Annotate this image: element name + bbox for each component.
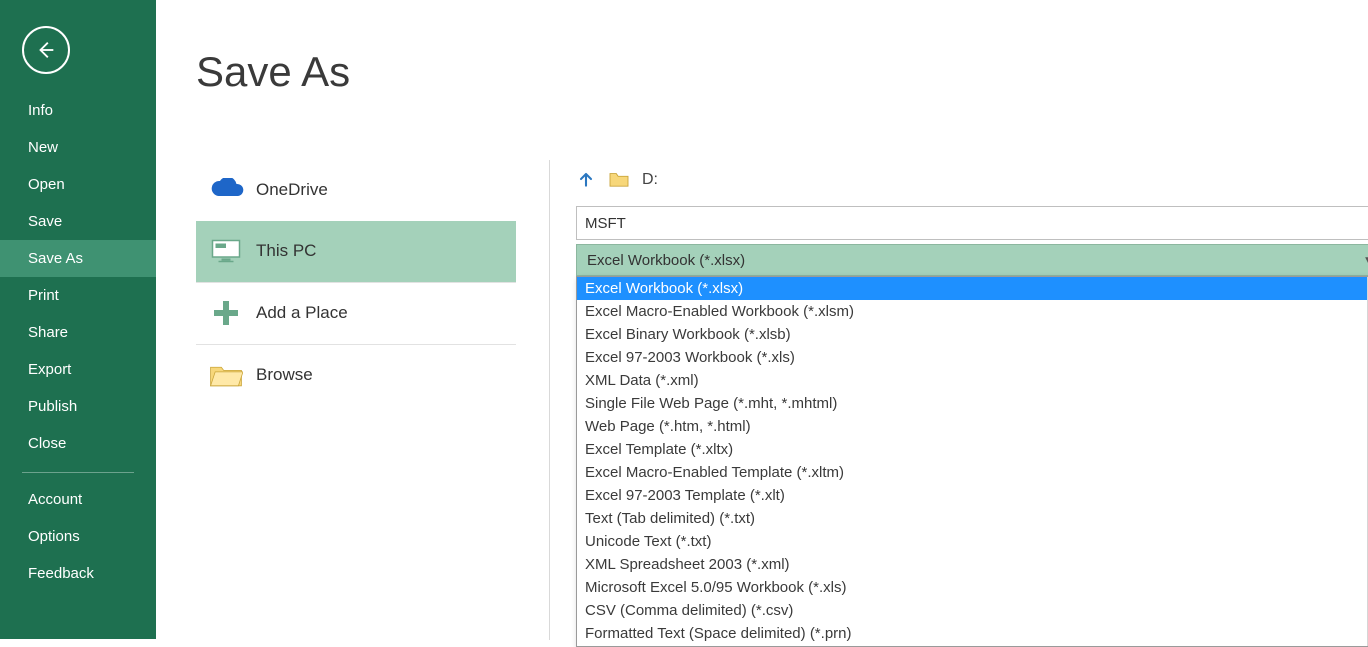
addplace-icon [196,298,256,328]
nav-close[interactable]: Close [0,425,156,462]
file-format-select[interactable]: Excel Workbook (*.xlsx) ▼ [576,244,1368,276]
page-title: Save As [196,48,1368,96]
nav-open[interactable]: Open [0,166,156,203]
nav-feedback[interactable]: Feedback [0,555,156,592]
thispc-icon [196,237,256,265]
location-label: This PC [256,241,316,261]
format-option[interactable]: Excel 97-2003 Template (*.xlt) [577,484,1367,507]
format-option[interactable]: Excel Template (*.xltx) [577,438,1367,461]
nav-options[interactable]: Options [0,518,156,555]
format-option[interactable]: Excel Workbook (*.xlsx) [577,277,1367,300]
format-option[interactable]: Unicode Text (*.txt) [577,530,1367,553]
location-label: Add a Place [256,303,348,323]
format-option[interactable]: Excel 97-2003 Workbook (*.xls) [577,346,1367,369]
location-onedrive[interactable]: OneDrive [196,160,516,221]
nav-save[interactable]: Save [0,203,156,240]
format-option[interactable]: CSV (Comma delimited) (*.csv) [577,599,1367,622]
current-path[interactable]: D: [642,171,658,189]
format-option[interactable]: XML Spreadsheet 2003 (*.xml) [577,553,1367,576]
format-option[interactable]: Formatted Text (Space delimited) (*.prn) [577,622,1367,645]
nav-save-as[interactable]: Save As [0,240,156,277]
content-area: Save As ied 21:10 17:39 20:47 17:39 17:3… [156,0,1368,639]
file-format-dropdown: Excel Workbook (*.xlsx)Excel Macro-Enabl… [576,276,1368,647]
file-format-selected-label: Excel Workbook (*.xlsx) [587,252,745,269]
chevron-down-icon: ▼ [1363,255,1368,266]
back-button[interactable] [22,26,70,74]
location-add-a-place[interactable]: Add a Place [196,283,516,344]
nav-new[interactable]: New [0,129,156,166]
nav-publish[interactable]: Publish [0,388,156,425]
nav-info[interactable]: Info [0,92,156,129]
folder-icon[interactable] [608,170,630,191]
nav-print[interactable]: Print [0,277,156,314]
format-option[interactable]: Excel Macro-Enabled Workbook (*.xlsm) [577,300,1367,323]
format-option[interactable]: Excel Binary Workbook (*.xlsb) [577,323,1367,346]
format-option[interactable]: Microsoft Excel 5.0/95 Workbook (*.xls) [577,576,1367,599]
onedrive-icon [196,178,256,202]
browse-icon [196,362,256,388]
location-label: OneDrive [256,180,328,200]
format-option[interactable]: Web Page (*.htm, *.html) [577,415,1367,438]
nav-export[interactable]: Export [0,351,156,388]
arrow-left-icon [35,39,57,61]
location-browse[interactable]: Browse [196,345,516,406]
nav-share[interactable]: Share [0,314,156,351]
nav-account[interactable]: Account [0,481,156,518]
format-option[interactable]: XML Data (*.xml) [577,369,1367,392]
filename-input[interactable] [576,206,1368,240]
format-option[interactable]: Single File Web Page (*.mht, *.mhtml) [577,392,1367,415]
format-option[interactable]: Text (Tab delimited) (*.txt) [577,507,1367,530]
format-option[interactable]: Excel Macro-Enabled Template (*.xltm) [577,461,1367,484]
location-label: Browse [256,365,313,385]
location-this-pc[interactable]: This PC [196,221,516,282]
up-folder-icon[interactable] [576,169,596,192]
backstage-sidebar: InfoNewOpenSaveSave AsPrintShareExportPu… [0,0,156,639]
